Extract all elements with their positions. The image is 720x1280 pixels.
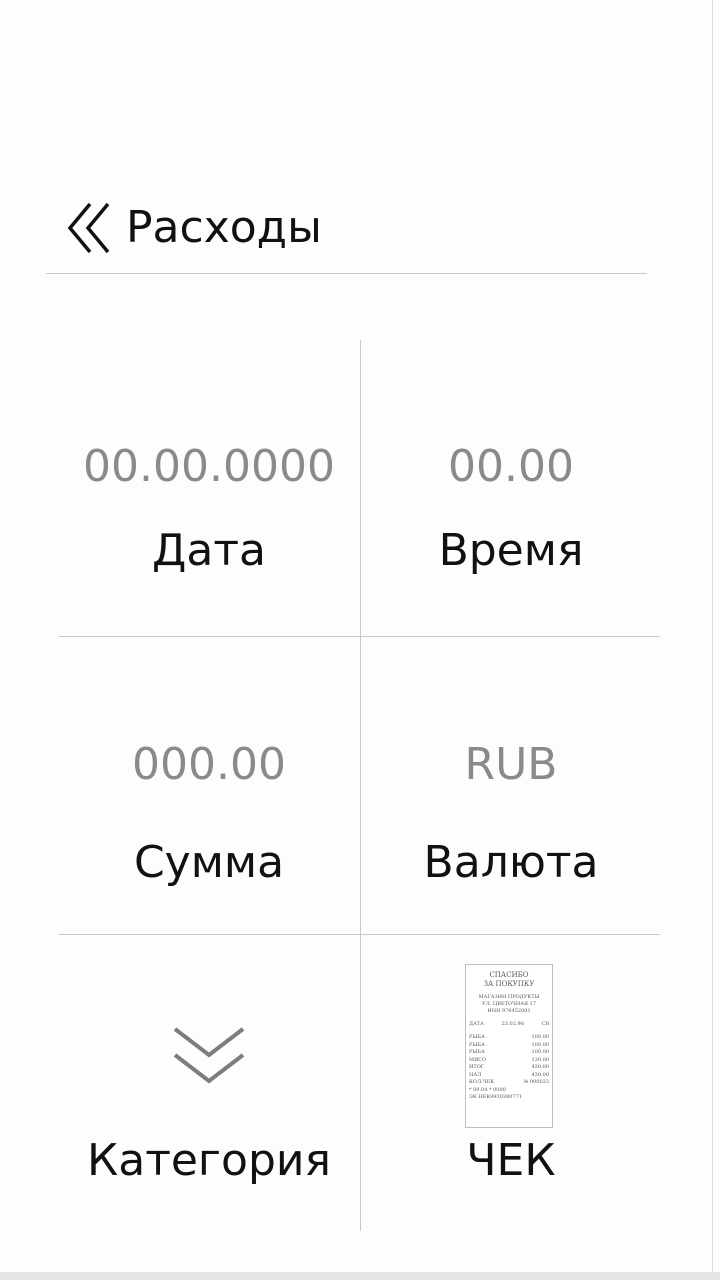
receipt-item-name: МЯСО: [469, 1056, 487, 1063]
date-value: 00.00.0000: [83, 441, 335, 492]
category-field[interactable]: Категория: [59, 935, 359, 1231]
screen-edge-bottom: [0, 1272, 720, 1280]
receipt-footer-line: ЭК НЕК9930380771: [469, 1094, 522, 1100]
receipt-date-row: ДАТА 23.02.98 СВ: [469, 1021, 549, 1028]
category-label: Категория: [87, 1135, 331, 1186]
receipt-item-name: РЫБА: [469, 1034, 485, 1040]
screen-edge-right: [712, 0, 713, 1280]
receipt-date-suffix: СВ: [541, 1021, 550, 1027]
double-chevron-left-icon: [67, 202, 110, 254]
receipt-date-label: ДАТА: [469, 1021, 484, 1027]
date-label: Дата: [152, 525, 266, 576]
receipt-thumbnail: СПАСИБО ЗА ПОКУПКУ МАГАЗИН ПРОДУКТЫ УЛ. …: [465, 964, 553, 1128]
receipt-item-price: 100.00: [531, 1041, 550, 1048]
amount-field[interactable]: 000.00 Сумма: [59, 637, 359, 934]
receipt-item-row: МЯСО 130.00: [469, 1057, 549, 1065]
double-chevron-down-icon: [173, 1027, 245, 1084]
time-value: 00.00: [448, 441, 574, 492]
receipt-item-name: РЫБА: [469, 1049, 485, 1055]
receipt-footer-line: * 09.04 * 0000: [469, 1086, 506, 1093]
receipt-item-price: 430.00: [531, 1071, 550, 1078]
receipt-item-row: КОЛ.ЧЕК № 000023: [469, 1079, 549, 1087]
page-title: Расходы: [126, 202, 322, 253]
amount-value: 000.00: [132, 739, 286, 790]
receipt-item-price: № 000023: [523, 1079, 549, 1085]
receipt-item-price: 130.00: [531, 1056, 550, 1063]
receipt-item-price: 100.00: [531, 1034, 550, 1040]
date-field[interactable]: 00.00.0000 Дата: [59, 341, 359, 636]
receipt-item-row: ИТОГ 430.00: [469, 1064, 549, 1072]
receipt-heading-2: ЗА ПОКУПКУ: [483, 980, 535, 988]
receipt-shop-line: УЛ. ЦВЕТОЧНАЯ 17: [481, 1001, 537, 1007]
receipt-field[interactable]: СПАСИБО ЗА ПОКУПКУ МАГАЗИН ПРОДУКТЫ УЛ. …: [361, 935, 661, 1231]
receipt-item-price: 100.00: [531, 1049, 550, 1055]
currency-value: RUB: [464, 739, 558, 790]
receipt-item-name: ИТОГ: [469, 1064, 485, 1070]
receipt-item-name: РЫБА: [469, 1041, 485, 1048]
receipt-item-row: РЫБА 100.00: [469, 1034, 549, 1042]
amount-label: Сумма: [133, 837, 285, 888]
receipt-shop-line: МАГАЗИН ПРОДУКТЫ: [478, 994, 540, 1000]
receipt-items: РЫБА 100.00 РЫБА 100.00 РЫБА 100.00 МЯСО 130…: [469, 1034, 549, 1087]
receipt-item-name: КОЛ.ЧЕК: [469, 1079, 495, 1085]
back-button[interactable]: Расходы: [66, 196, 322, 260]
currency-field[interactable]: RUB Валюта: [361, 637, 661, 934]
receipt-heading-1: СПАСИБО: [489, 971, 529, 979]
receipt-item-price: 430.00: [531, 1064, 550, 1070]
time-label: Время: [438, 525, 584, 576]
header-divider: [46, 273, 647, 274]
currency-label: Валюта: [423, 837, 599, 888]
receipt-date-value: 23.02.98: [501, 1021, 524, 1027]
receipt-item-row: НАЛ 430.00: [469, 1072, 549, 1080]
receipt-item-row: РЫБА 100.00: [469, 1049, 549, 1057]
receipt-item-name: НАЛ: [469, 1071, 482, 1078]
receipt-item-row: РЫБА 100.00: [469, 1042, 549, 1050]
time-field[interactable]: 00.00 Время: [361, 341, 661, 636]
receipt-label: ЧЕК: [466, 1135, 556, 1186]
receipt-shop-line: ИНН 976452001: [487, 1008, 531, 1014]
